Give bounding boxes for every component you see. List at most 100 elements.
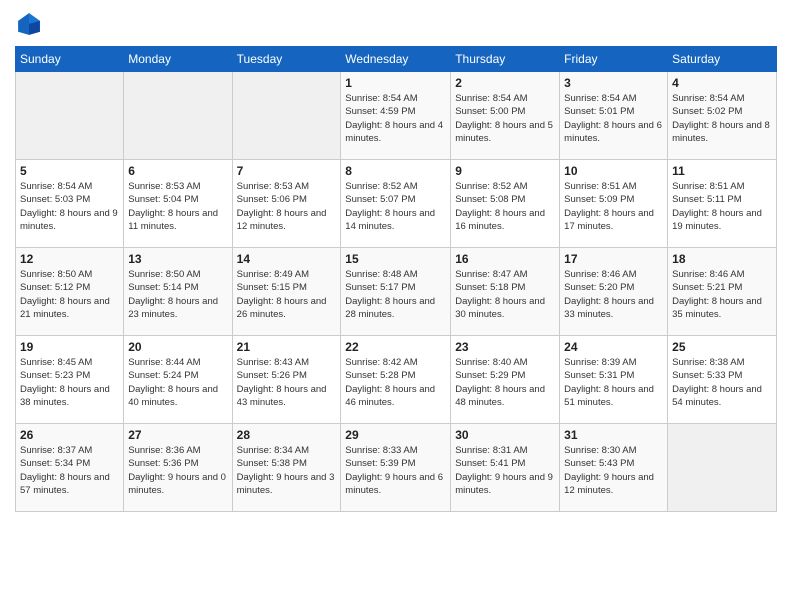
day-cell: 28Sunrise: 8:34 AM Sunset: 5:38 PM Dayli… bbox=[232, 424, 341, 512]
day-number: 20 bbox=[128, 340, 227, 354]
weekday-monday: Monday bbox=[124, 47, 232, 72]
day-info: Sunrise: 8:42 AM Sunset: 5:28 PM Dayligh… bbox=[345, 356, 446, 409]
day-info: Sunrise: 8:54 AM Sunset: 5:01 PM Dayligh… bbox=[564, 92, 663, 145]
day-number: 27 bbox=[128, 428, 227, 442]
day-number: 17 bbox=[564, 252, 663, 266]
day-cell: 21 Sunrise: 8:43 AM Sunset: 5:26 PM Dayli… bbox=[232, 336, 341, 424]
day-info: Sunrise: 8:36 AM Sunset: 5:36 PM Dayligh… bbox=[128, 444, 227, 497]
day-cell: 26 Sunrise: 8:37 AM Sunset: 5:34 PM Dayli… bbox=[16, 424, 124, 512]
day-info: Sunrise: 8:52 AM Sunset: 5:08 PM Dayligh… bbox=[455, 180, 555, 233]
day-number: 23 bbox=[455, 340, 555, 354]
day-cell: 14 Sunrise: 8:49 AM Sunset: 5:15 PM Dayli… bbox=[232, 248, 341, 336]
day-cell: 20 Sunrise: 8:44 AM Sunset: 5:24 PM Dayli… bbox=[124, 336, 232, 424]
day-info: Sunrise: 8:44 AM Sunset: 5:24 PM Dayligh… bbox=[128, 356, 227, 409]
day-info: Sunrise: 8:30 AM Sunset: 5:43 PM Dayligh… bbox=[564, 444, 663, 497]
day-cell: 27 Sunrise: 8:36 AM Sunset: 5:36 PM Dayli… bbox=[124, 424, 232, 512]
day-number: 8 bbox=[345, 164, 446, 178]
day-number: 3 bbox=[564, 76, 663, 90]
day-cell: 2Sunrise: 8:54 AM Sunset: 5:00 PM Daylig… bbox=[451, 72, 560, 160]
day-cell: 30Sunrise: 8:31 AM Sunset: 5:41 PM Dayli… bbox=[451, 424, 560, 512]
day-cell: 15Sunrise: 8:48 AM Sunset: 5:17 PM Dayli… bbox=[341, 248, 451, 336]
day-info: Sunrise: 8:53 AM Sunset: 5:06 PM Dayligh… bbox=[237, 180, 337, 233]
page-container: SundayMondayTuesdayWednesdayThursdayFrid… bbox=[0, 0, 792, 522]
day-info: Sunrise: 8:38 AM Sunset: 5:33 PM Dayligh… bbox=[672, 356, 772, 409]
day-number: 22 bbox=[345, 340, 446, 354]
day-cell: 12Sunrise: 8:50 AM Sunset: 5:12 PM Dayli… bbox=[16, 248, 124, 336]
calendar-table: SundayMondayTuesdayWednesdayThursdayFrid… bbox=[15, 46, 777, 512]
day-cell: 8 Sunrise: 8:52 AM Sunset: 5:07 PM Daylig… bbox=[341, 160, 451, 248]
logo-icon bbox=[15, 10, 43, 38]
day-info: Sunrise: 8:43 AM Sunset: 5:26 PM Dayligh… bbox=[237, 356, 337, 409]
day-info: Sunrise: 8:49 AM Sunset: 5:15 PM Dayligh… bbox=[237, 268, 337, 321]
day-cell: 3 Sunrise: 8:54 AM Sunset: 5:01 PM Daylig… bbox=[560, 72, 668, 160]
day-info: Sunrise: 8:45 AM Sunset: 5:23 PM Dayligh… bbox=[20, 356, 119, 409]
day-info: Sunrise: 8:47 AM Sunset: 5:18 PM Dayligh… bbox=[455, 268, 555, 321]
day-number: 1 bbox=[345, 76, 446, 90]
day-number: 16 bbox=[455, 252, 555, 266]
day-number: 6 bbox=[128, 164, 227, 178]
weekday-tuesday: Tuesday bbox=[232, 47, 341, 72]
day-info: Sunrise: 8:37 AM Sunset: 5:34 PM Dayligh… bbox=[20, 444, 119, 497]
day-number: 24 bbox=[564, 340, 663, 354]
day-cell: 17 Sunrise: 8:46 AM Sunset: 5:20 PM Dayli… bbox=[560, 248, 668, 336]
day-info: Sunrise: 8:54 AM Sunset: 4:59 PM Dayligh… bbox=[345, 92, 446, 145]
day-cell: 6Sunrise: 8:53 AM Sunset: 5:04 PM Daylig… bbox=[124, 160, 232, 248]
weekday-sunday: Sunday bbox=[16, 47, 124, 72]
day-cell: 22 Sunrise: 8:42 AM Sunset: 5:28 PM Dayli… bbox=[341, 336, 451, 424]
day-cell: 9 Sunrise: 8:52 AM Sunset: 5:08 PM Daylig… bbox=[451, 160, 560, 248]
day-number: 5 bbox=[20, 164, 119, 178]
week-row-3: 12Sunrise: 8:50 AM Sunset: 5:12 PM Dayli… bbox=[16, 248, 777, 336]
week-row-4: 19 Sunrise: 8:45 AM Sunset: 5:23 PM Dayli… bbox=[16, 336, 777, 424]
day-number: 10 bbox=[564, 164, 663, 178]
day-number: 29 bbox=[345, 428, 446, 442]
day-cell: 29 Sunrise: 8:33 AM Sunset: 5:39 PM Dayli… bbox=[341, 424, 451, 512]
weekday-friday: Friday bbox=[560, 47, 668, 72]
weekday-thursday: Thursday bbox=[451, 47, 560, 72]
day-number: 18 bbox=[672, 252, 772, 266]
week-row-5: 26 Sunrise: 8:37 AM Sunset: 5:34 PM Dayli… bbox=[16, 424, 777, 512]
day-cell bbox=[16, 72, 124, 160]
day-number: 19 bbox=[20, 340, 119, 354]
header bbox=[15, 10, 777, 38]
day-number: 9 bbox=[455, 164, 555, 178]
day-number: 13 bbox=[128, 252, 227, 266]
day-cell: 16 Sunrise: 8:47 AM Sunset: 5:18 PM Dayli… bbox=[451, 248, 560, 336]
day-cell: 24 Sunrise: 8:39 AM Sunset: 5:31 PM Dayli… bbox=[560, 336, 668, 424]
day-number: 25 bbox=[672, 340, 772, 354]
day-number: 30 bbox=[455, 428, 555, 442]
day-number: 26 bbox=[20, 428, 119, 442]
day-info: Sunrise: 8:39 AM Sunset: 5:31 PM Dayligh… bbox=[564, 356, 663, 409]
day-info: Sunrise: 8:46 AM Sunset: 5:21 PM Dayligh… bbox=[672, 268, 772, 321]
day-cell: 7 Sunrise: 8:53 AM Sunset: 5:06 PM Daylig… bbox=[232, 160, 341, 248]
weekday-saturday: Saturday bbox=[668, 47, 777, 72]
day-cell: 11Sunrise: 8:51 AM Sunset: 5:11 PM Dayli… bbox=[668, 160, 777, 248]
day-cell: 25 Sunrise: 8:38 AM Sunset: 5:33 PM Dayli… bbox=[668, 336, 777, 424]
weekday-header-row: SundayMondayTuesdayWednesdayThursdayFrid… bbox=[16, 47, 777, 72]
day-cell bbox=[124, 72, 232, 160]
day-cell: 31 Sunrise: 8:30 AM Sunset: 5:43 PM Dayli… bbox=[560, 424, 668, 512]
day-number: 15 bbox=[345, 252, 446, 266]
day-number: 11 bbox=[672, 164, 772, 178]
day-cell bbox=[668, 424, 777, 512]
week-row-1: 1 Sunrise: 8:54 AM Sunset: 4:59 PM Daylig… bbox=[16, 72, 777, 160]
day-number: 7 bbox=[237, 164, 337, 178]
day-number: 14 bbox=[237, 252, 337, 266]
day-number: 21 bbox=[237, 340, 337, 354]
day-info: Sunrise: 8:33 AM Sunset: 5:39 PM Dayligh… bbox=[345, 444, 446, 497]
day-number: 12 bbox=[20, 252, 119, 266]
day-cell bbox=[232, 72, 341, 160]
day-info: Sunrise: 8:52 AM Sunset: 5:07 PM Dayligh… bbox=[345, 180, 446, 233]
weekday-wednesday: Wednesday bbox=[341, 47, 451, 72]
day-number: 28 bbox=[237, 428, 337, 442]
day-info: Sunrise: 8:50 AM Sunset: 5:14 PM Dayligh… bbox=[128, 268, 227, 321]
day-info: Sunrise: 8:54 AM Sunset: 5:02 PM Dayligh… bbox=[672, 92, 772, 145]
week-row-2: 5 Sunrise: 8:54 AM Sunset: 5:03 PM Daylig… bbox=[16, 160, 777, 248]
day-info: Sunrise: 8:46 AM Sunset: 5:20 PM Dayligh… bbox=[564, 268, 663, 321]
day-number: 2 bbox=[455, 76, 555, 90]
day-cell: 19 Sunrise: 8:45 AM Sunset: 5:23 PM Dayli… bbox=[16, 336, 124, 424]
day-cell: 1 Sunrise: 8:54 AM Sunset: 4:59 PM Daylig… bbox=[341, 72, 451, 160]
day-cell: 5 Sunrise: 8:54 AM Sunset: 5:03 PM Daylig… bbox=[16, 160, 124, 248]
day-number: 31 bbox=[564, 428, 663, 442]
logo bbox=[15, 10, 47, 38]
day-info: Sunrise: 8:54 AM Sunset: 5:03 PM Dayligh… bbox=[20, 180, 119, 233]
